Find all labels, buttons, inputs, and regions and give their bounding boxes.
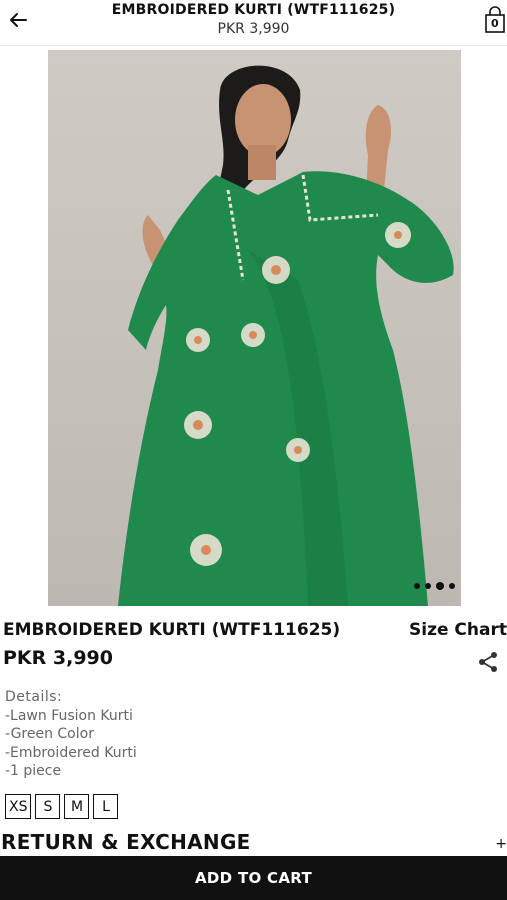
product-details: Details: -Lawn Fusion Kurti -Green Color… <box>5 688 137 781</box>
header-title: EMBROIDERED KURTI (WTF111625) <box>111 2 396 18</box>
size-chart-link[interactable]: Size Chart <box>409 620 507 640</box>
carousel-dot[interactable] <box>425 583 431 589</box>
product-image[interactable] <box>48 50 461 606</box>
details-line: -Green Color <box>5 726 94 742</box>
details-line: -Lawn Fusion Kurti <box>5 707 133 724</box>
header-price: PKR 3,990 <box>217 21 290 37</box>
carousel-dot-active[interactable] <box>436 582 444 590</box>
size-option-m[interactable]: M <box>64 794 90 819</box>
share-button[interactable] <box>477 651 499 673</box>
size-option-xs[interactable]: XS <box>5 794 32 819</box>
product-name: EMBROIDERED KURTI (WTF111625) <box>3 620 341 640</box>
return-exchange-toggle[interactable]: + <box>495 836 507 852</box>
share-icon <box>479 652 497 672</box>
carousel-dot[interactable] <box>414 583 420 589</box>
back-button[interactable] <box>4 6 32 34</box>
cart-button[interactable]: 0 <box>483 6 507 34</box>
add-to-cart-button[interactable]: ADD TO CART <box>0 856 507 900</box>
size-option-l[interactable]: L <box>93 794 119 819</box>
size-selector: XS S M L <box>5 794 119 819</box>
cart-count: 0 <box>491 17 499 30</box>
product-price: PKR 3,990 <box>3 647 113 669</box>
product-photo-illustration <box>118 65 454 606</box>
size-option-s[interactable]: S <box>35 794 61 819</box>
details-line: -Embroidered Kurti <box>5 744 137 761</box>
top-bar: EMBROIDERED KURTI (WTF111625) PKR 3,990 … <box>0 0 507 46</box>
return-exchange-title[interactable]: RETURN & EXCHANGE <box>1 830 251 854</box>
image-carousel-dots <box>414 582 455 590</box>
details-line: -1 piece <box>5 763 62 779</box>
details-heading: Details: <box>5 689 63 705</box>
carousel-dot[interactable] <box>449 583 455 589</box>
arrow-left-icon <box>10 13 27 27</box>
